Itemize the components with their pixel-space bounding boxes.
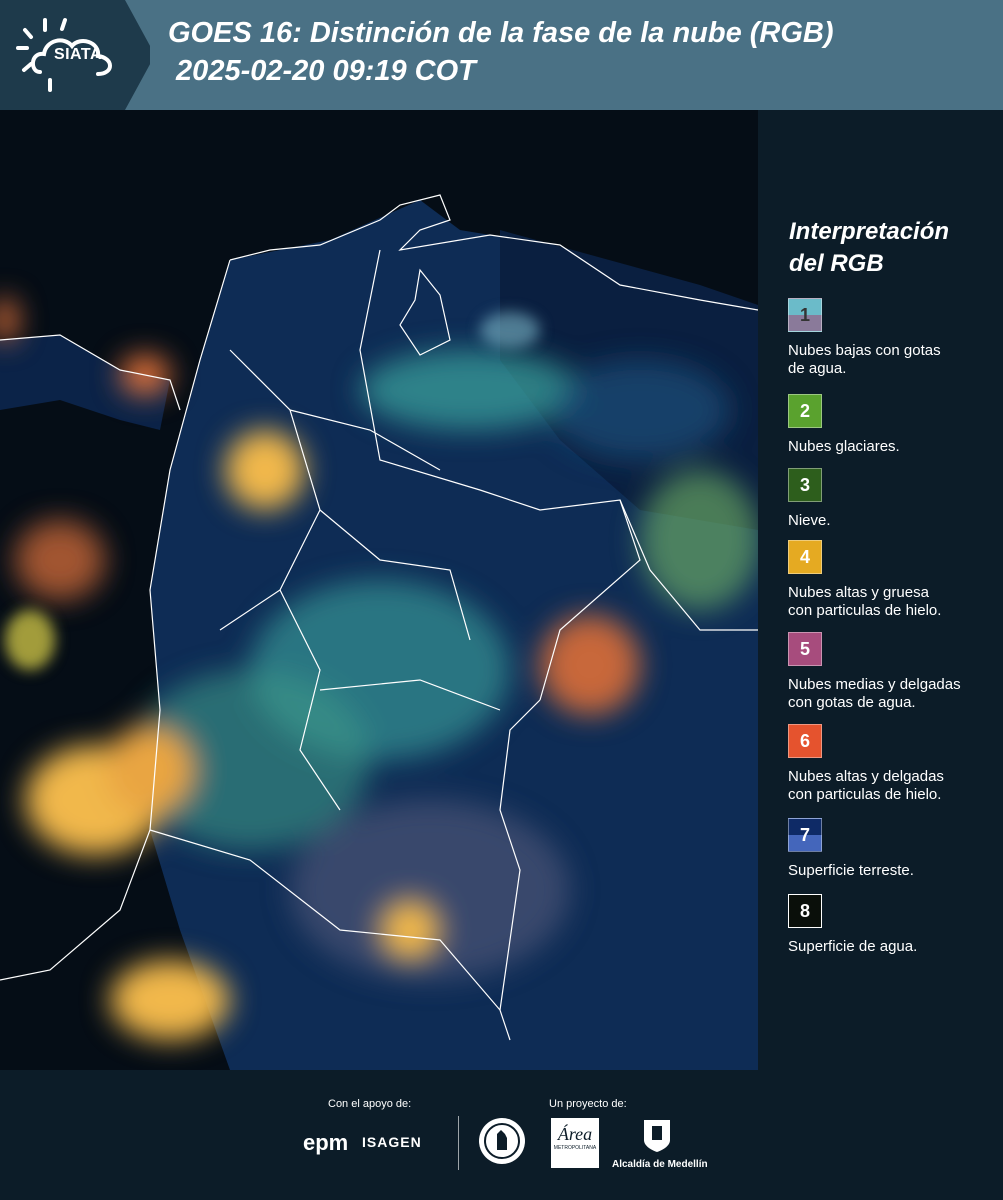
cloud-glacial-west-edge	[5, 610, 55, 670]
legend-label-1-line-2: de agua.	[788, 360, 847, 377]
page-title: GOES 16: Distinción de la fase de la nub…	[168, 14, 834, 90]
alcaldia-label: Alcaldía de Medellín	[612, 1159, 708, 1170]
legend-label-6: Nubes altas y delgadas con particulas de…	[788, 768, 998, 804]
legend-number-8: 8	[799, 901, 810, 921]
cloud-high-thick-north	[225, 430, 305, 510]
header-bar: SIATA GOES 16: Distinción de la fase de …	[0, 0, 1003, 110]
legend-swatch-7: 7	[788, 818, 822, 852]
legend-item-3: 3 Nieve.	[788, 468, 998, 530]
legend-number-6: 6	[799, 731, 810, 751]
legend-item-8: 8 Superficie de agua.	[788, 894, 998, 956]
legend-label-4: Nubes altas y gruesa con particulas de h…	[788, 584, 998, 620]
cloud-low-northeast	[480, 312, 540, 348]
support-label: Con el apoyo de:	[328, 1098, 412, 1110]
legend-number-7: 7	[799, 825, 810, 845]
legend-item-1: 1 Nubes bajas con gotas de agua.	[788, 298, 998, 378]
legend-label-7: Superficie terreste.	[788, 862, 998, 880]
cloud-high-thin-east	[540, 615, 640, 715]
legend-label-5-line-2: con gotas de agua.	[788, 694, 916, 711]
epm-logo: epm	[303, 1130, 349, 1155]
legend-item-6: 6 Nubes altas y delgadas con particulas …	[788, 724, 998, 804]
legend-title: Interpretación del RGB	[789, 216, 949, 280]
legend-label-5: Nubes medias y delgadas con gotas de agu…	[788, 676, 998, 712]
legend-item-2: 2 Nubes glaciares.	[788, 394, 998, 456]
legend-label-1-line-1: Nubes bajas con gotas	[788, 342, 941, 359]
project-label: Un proyecto de:	[549, 1098, 627, 1110]
cloud-high-thin-west	[15, 520, 105, 600]
satellite-map	[0, 110, 758, 1070]
legend-label-4-line-2: con particulas de hielo.	[788, 602, 942, 619]
legend-number-2: 2	[799, 401, 810, 421]
footer-divider	[458, 1116, 459, 1170]
legend-label-8: Superficie de agua.	[788, 938, 998, 956]
legend-label-2: Nubes glaciares.	[788, 438, 998, 456]
legend-title-line-2: del RGB	[789, 250, 884, 277]
title-line-2: 2025-02-20 09:19 COT	[168, 55, 476, 87]
legend-label-2-line-1: Nubes glaciares.	[788, 438, 900, 455]
footer: Con el apoyo de: Un proyecto de: epm ISA…	[0, 1070, 1003, 1200]
siata-logo-panel: SIATA	[0, 0, 150, 110]
legend-label-8-line-1: Superficie de agua.	[788, 938, 918, 955]
cloud-low-north	[360, 350, 580, 430]
legend-label-6-line-2: con particulas de hielo.	[788, 786, 942, 803]
legend-label-3: Nieve.	[788, 512, 998, 530]
legend-panel: Interpretación del RGB 1 Nubes bajas con…	[775, 110, 1003, 1070]
cloud-glacial-east	[640, 470, 758, 610]
cloud-low-east	[550, 360, 730, 460]
legend-label-4-line-1: Nubes altas y gruesa	[788, 584, 929, 601]
cloud-high-thick-centre-south	[380, 900, 440, 960]
legend-label-1: Nubes bajas con gotas de agua.	[788, 342, 998, 378]
seal-logo	[479, 1118, 525, 1164]
legend-swatch-4: 4	[788, 540, 822, 574]
legend-number-4: 4	[799, 547, 810, 567]
legend-number-1: 1	[799, 305, 810, 325]
legend-swatch-8: 8	[788, 894, 822, 928]
legend-number-5: 5	[799, 639, 810, 659]
cloud-pink-diffuse	[290, 800, 570, 980]
cloud-high-thick-west	[105, 725, 195, 815]
metro-logo-title: Área	[557, 1124, 593, 1144]
legend-item-7: 7 Superficie terreste.	[788, 818, 998, 880]
legend-label-6-line-1: Nubes altas y delgadas	[788, 768, 944, 785]
legend-swatch-1: 1	[788, 298, 822, 332]
metro-logo: Área METROPOLITANA	[551, 1118, 599, 1168]
alcaldia-shield-icon	[644, 1120, 670, 1152]
legend-item-5: 5 Nubes medias y delgadas con gotas de a…	[788, 632, 998, 712]
legend-title-line-1: Interpretación	[789, 218, 950, 245]
metro-logo-subtitle: METROPOLITANA	[553, 1145, 597, 1151]
legend-item-4: 4 Nubes altas y gruesa con particulas de…	[788, 540, 998, 620]
legend-number-3: 3	[799, 475, 810, 495]
legend-label-3-line-1: Nieve.	[788, 512, 831, 529]
legend-swatch-6: 6	[788, 724, 822, 758]
isagen-logo: ISAGEN	[362, 1134, 422, 1150]
legend-label-7-line-1: Superficie terreste.	[788, 862, 914, 879]
siata-logo-text: SIATA	[53, 46, 103, 63]
legend-swatch-2: 2	[788, 394, 822, 428]
legend-label-5-line-1: Nubes medias y delgadas	[788, 676, 961, 693]
legend-swatch-3: 3	[788, 468, 822, 502]
legend-swatch-5: 5	[788, 632, 822, 666]
cloud-high-thick-south	[110, 960, 230, 1040]
title-line-1: GOES 16: Distinción de la fase de la nub…	[168, 17, 834, 49]
